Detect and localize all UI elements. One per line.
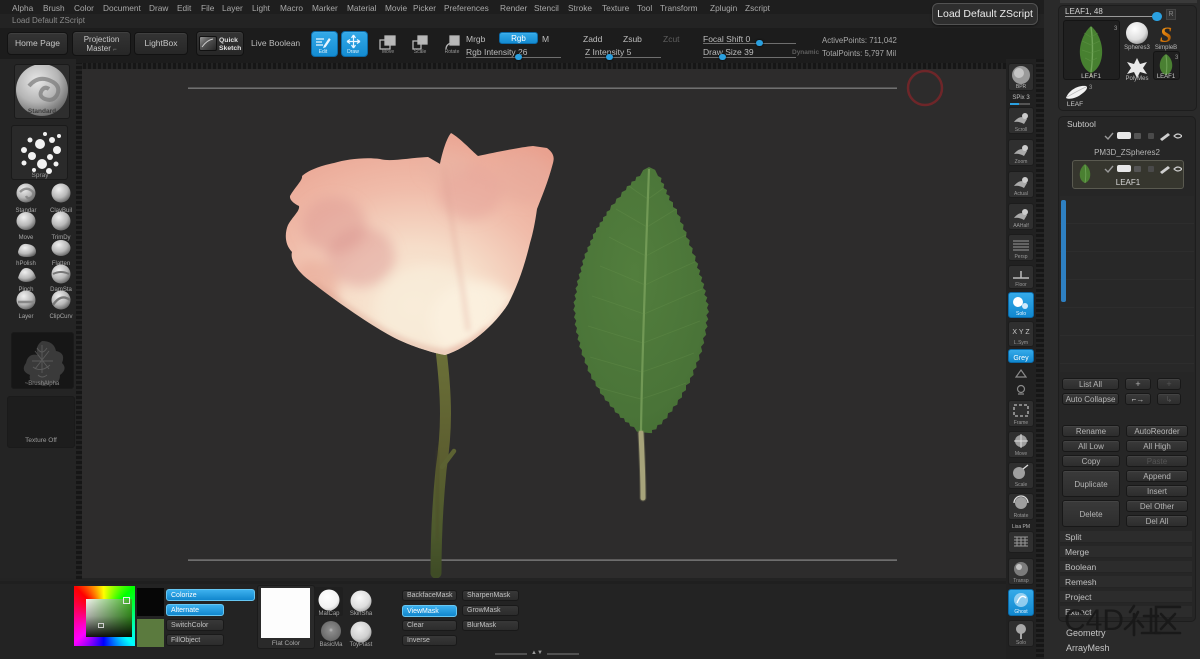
- svg-text:Scale: Scale: [1015, 482, 1028, 488]
- svg-text:L.Sym: L.Sym: [1014, 340, 1028, 346]
- svg-text:Spray: Spray: [32, 172, 50, 179]
- svg-text:hPolish: hPolish: [16, 261, 36, 267]
- svg-text:LEAF: LEAF: [1067, 101, 1083, 108]
- svg-text:SkinSha: SkinSha: [350, 611, 373, 617]
- svg-text:Edit: Edit: [319, 49, 328, 55]
- svg-text:3: 3: [1114, 26, 1118, 32]
- svg-text:3: 3: [1089, 85, 1093, 91]
- svg-text:Scroll: Scroll: [1015, 127, 1028, 133]
- svg-text:Ghost: Ghost: [1014, 609, 1028, 615]
- svg-text:AAHalf: AAHalf: [1013, 223, 1029, 229]
- svg-text:3: 3: [1175, 55, 1179, 61]
- svg-text:LEAF1: LEAF1: [1081, 73, 1101, 79]
- svg-text:~BrushAlpha: ~BrushAlpha: [25, 381, 60, 387]
- svg-text:Move: Move: [19, 235, 34, 241]
- svg-text:C4D: C4D: [1064, 604, 1124, 637]
- svg-text:Grey: Grey: [1013, 355, 1029, 362]
- svg-text:Actual: Actual: [1014, 191, 1028, 197]
- svg-text:Move: Move: [382, 49, 394, 54]
- svg-text:Zoom: Zoom: [1015, 159, 1028, 165]
- svg-text:Scale: Scale: [414, 49, 427, 54]
- svg-text:Rotate: Rotate: [1014, 513, 1029, 519]
- svg-text:Transp: Transp: [1013, 578, 1029, 584]
- svg-text:X Y Z: X Y Z: [1012, 329, 1030, 336]
- svg-text:S: S: [1160, 22, 1172, 47]
- svg-text:Draw: Draw: [347, 49, 359, 55]
- svg-text:Standard: Standard: [28, 108, 56, 115]
- svg-text:Spheres3: Spheres3: [1124, 45, 1150, 51]
- svg-text:BasicMa: BasicMa: [319, 642, 343, 648]
- svg-text:Floor: Floor: [1015, 282, 1027, 288]
- svg-text:MatCap: MatCap: [318, 611, 340, 617]
- svg-text:ClipCurv: ClipCurv: [49, 314, 72, 320]
- svg-text:PolyMes: PolyMes: [1125, 76, 1148, 82]
- svg-text:Layer: Layer: [18, 314, 33, 320]
- svg-text:BPR: BPR: [1016, 84, 1027, 90]
- svg-text:LEAF1: LEAF1: [1157, 74, 1176, 79]
- svg-text:Persp: Persp: [1014, 254, 1027, 260]
- svg-text:Frame: Frame: [1014, 420, 1029, 426]
- svg-text:Rotate: Rotate: [445, 49, 460, 54]
- svg-text:ToyPlast: ToyPlast: [350, 642, 373, 648]
- svg-text:Move: Move: [1015, 451, 1027, 457]
- svg-text:Solo: Solo: [1016, 640, 1026, 646]
- svg-text:Solo: Solo: [1016, 311, 1026, 317]
